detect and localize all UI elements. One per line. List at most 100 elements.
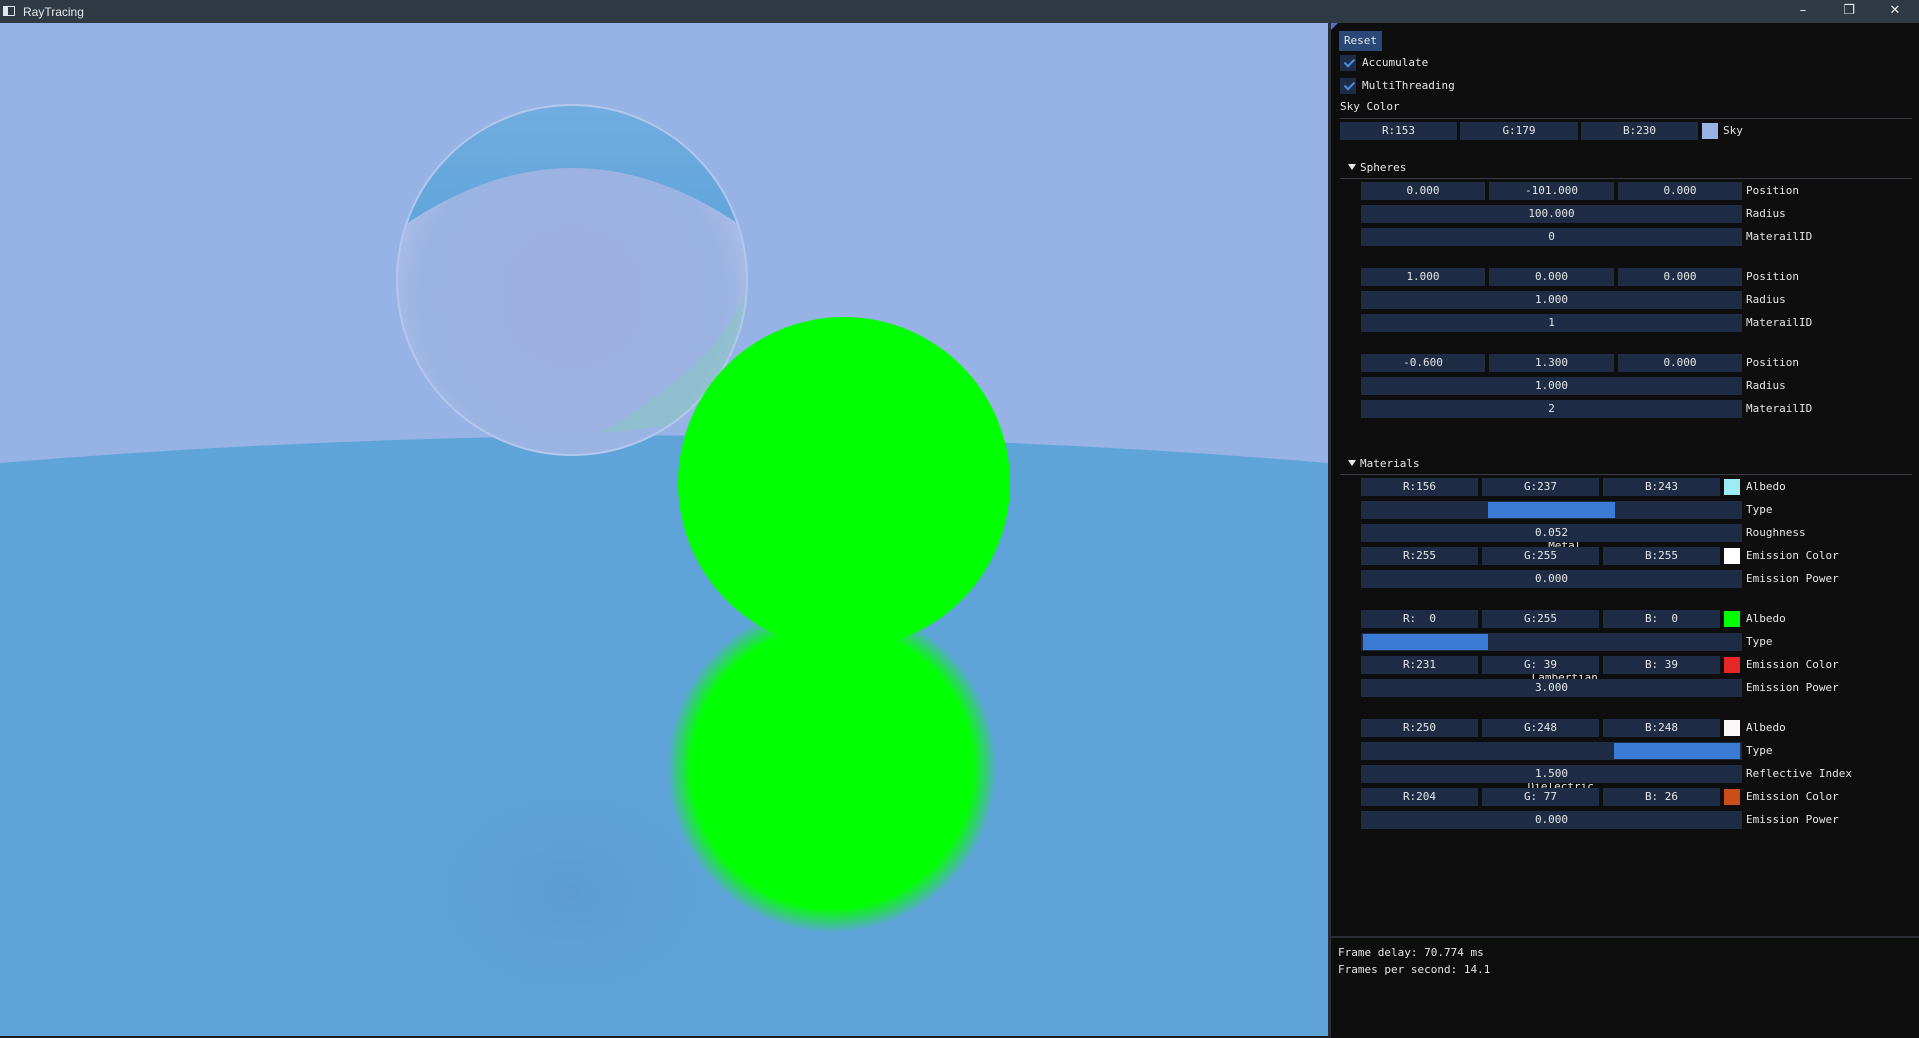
albedo-b-field[interactable]: B: 0 <box>1603 610 1720 628</box>
panel-corner-grip[interactable] <box>1331 23 1338 30</box>
albedo-b-field[interactable]: B:243 <box>1603 478 1720 496</box>
separator <box>1340 178 1912 179</box>
type-label: Type <box>1746 744 1773 757</box>
position-label: Position <box>1746 270 1799 283</box>
emission-power-field[interactable]: 0.000 <box>1361 811 1742 829</box>
albedo-g-field[interactable]: G:255 <box>1482 610 1599 628</box>
emission-b-field[interactable]: B: 39 <box>1603 656 1720 674</box>
emission-r-field[interactable]: R:255 <box>1361 547 1478 565</box>
frame-delay-text: Frame delay: 70.774 ms <box>1338 946 1484 959</box>
roughness-field[interactable]: 0.052 <box>1361 524 1742 542</box>
sphere-radius[interactable]: 1.000 <box>1361 377 1742 395</box>
albedo-label: Albedo <box>1746 721 1786 734</box>
material-type-slider[interactable]: Dielectric <box>1361 742 1742 793</box>
accumulate-label: Accumulate <box>1362 56 1429 69</box>
type-label: Type <box>1746 635 1773 648</box>
radius-label: Radius <box>1746 293 1786 306</box>
render-viewport[interactable] <box>0 23 1328 1036</box>
albedo-label: Albedo <box>1746 480 1786 493</box>
emission-power-field[interactable]: 0.000 <box>1361 570 1742 588</box>
sphere-radius[interactable]: 100.000 <box>1361 205 1742 223</box>
sphere-position-y[interactable]: 0.000 <box>1489 268 1614 286</box>
minimize-icon[interactable]: – <box>1780 0 1826 23</box>
sky-r-field[interactable]: R:153 <box>1340 122 1457 140</box>
separator <box>1340 474 1912 475</box>
restore-icon[interactable]: ❐ <box>1826 0 1872 23</box>
sky-b-field[interactable]: B:230 <box>1581 122 1698 140</box>
reflective-index-field[interactable]: 1.500 <box>1361 765 1742 783</box>
sphere-position-x[interactable]: 0.000 <box>1361 182 1485 200</box>
sphere-position-x[interactable]: 1.000 <box>1361 268 1485 286</box>
settings-panel: Reset Accumulate MultiThreading Sky Colo… <box>1331 23 1919 936</box>
sphere-position-y[interactable]: 1.300 <box>1489 354 1614 372</box>
green-sphere <box>678 317 1010 649</box>
fps-text: Frames per second: 14.1 <box>1338 963 1491 976</box>
slider-grab[interactable] <box>1363 634 1488 650</box>
sphere-position-z[interactable]: 0.000 <box>1618 268 1742 286</box>
emission-r-field[interactable]: R:204 <box>1361 788 1478 806</box>
emission-b-field[interactable]: B:255 <box>1603 547 1720 565</box>
material-id-label: MaterailID <box>1746 402 1813 415</box>
app-icon <box>3 6 15 16</box>
albedo-r-field[interactable]: R: 0 <box>1361 610 1478 628</box>
roughness-label: Roughness <box>1746 526 1806 539</box>
albedo-r-field[interactable]: R:250 <box>1361 719 1478 737</box>
emission-power-field[interactable]: 3.000 <box>1361 679 1742 697</box>
emission-g-field[interactable]: G: 39 <box>1482 656 1599 674</box>
emission-g-field[interactable]: G:255 <box>1482 547 1599 565</box>
emission-color-label: Emission Color <box>1746 549 1839 562</box>
albedo-label: Albedo <box>1746 612 1786 625</box>
accumulate-checkbox[interactable] <box>1340 55 1356 71</box>
type-label: Type <box>1746 503 1773 516</box>
emission-color-label: Emission Color <box>1746 658 1839 671</box>
title-bar: RayTracing – ❐ ✕ <box>0 0 1919 23</box>
material-id-label: MaterailID <box>1746 316 1813 329</box>
albedo-b-field[interactable]: B:248 <box>1603 719 1720 737</box>
material-type-slider[interactable]: Metal <box>1361 501 1742 552</box>
reset-button[interactable]: Reset <box>1339 31 1382 51</box>
material-id-label: MaterailID <box>1746 230 1813 243</box>
albedo-g-field[interactable]: G:248 <box>1482 719 1599 737</box>
sky-g-field[interactable]: G:179 <box>1460 122 1578 140</box>
sky-color-swatch[interactable] <box>1702 123 1718 139</box>
emission-color-swatch[interactable] <box>1724 548 1740 564</box>
albedo-r-field[interactable]: R:156 <box>1361 478 1478 496</box>
emission-color-swatch[interactable] <box>1724 789 1740 805</box>
spheres-heading[interactable]: Spheres <box>1360 159 1406 177</box>
sky-label: Sky <box>1723 124 1743 137</box>
emission-power-label: Emission Power <box>1746 681 1839 694</box>
sphere-material-id[interactable]: 2 <box>1361 400 1742 418</box>
reflective-index-label: Reflective Index <box>1746 767 1852 780</box>
albedo-g-field[interactable]: G:237 <box>1482 478 1599 496</box>
stats-panel: Frame delay: 70.774 ms Frames per second… <box>1331 936 1919 1038</box>
materials-heading[interactable]: Materials <box>1360 455 1420 473</box>
collapse-arrow-icon[interactable] <box>1348 164 1356 170</box>
sphere-position-x[interactable]: -0.600 <box>1361 354 1485 372</box>
separator <box>1340 118 1912 119</box>
multithreading-label: MultiThreading <box>1362 79 1455 92</box>
albedo-swatch[interactable] <box>1724 479 1740 495</box>
sphere-material-id[interactable]: 0 <box>1361 228 1742 246</box>
emission-r-field[interactable]: R:231 <box>1361 656 1478 674</box>
sphere-position-z[interactable]: 0.000 <box>1618 182 1742 200</box>
sphere-position-z[interactable]: 0.000 <box>1618 354 1742 372</box>
green-sphere-reflection <box>667 603 997 933</box>
sphere-radius[interactable]: 1.000 <box>1361 291 1742 309</box>
slider-grab[interactable] <box>1614 743 1740 759</box>
multithreading-checkbox[interactable] <box>1340 78 1356 94</box>
emission-g-field[interactable]: G: 77 <box>1482 788 1599 806</box>
emission-b-field[interactable]: B: 26 <box>1603 788 1720 806</box>
position-label: Position <box>1746 184 1799 197</box>
check-icon <box>1343 79 1356 91</box>
slider-grab[interactable] <box>1488 502 1615 518</box>
close-icon[interactable]: ✕ <box>1872 0 1918 23</box>
sphere-material-id[interactable]: 1 <box>1361 314 1742 332</box>
emission-color-swatch[interactable] <box>1724 657 1740 673</box>
albedo-swatch[interactable] <box>1724 611 1740 627</box>
position-label: Position <box>1746 356 1799 369</box>
emission-power-label: Emission Power <box>1746 813 1839 826</box>
sphere-position-y[interactable]: -101.000 <box>1489 182 1614 200</box>
albedo-swatch[interactable] <box>1724 720 1740 736</box>
collapse-arrow-icon[interactable] <box>1348 460 1356 466</box>
material-type-slider[interactable]: Lambertian <box>1361 633 1742 684</box>
